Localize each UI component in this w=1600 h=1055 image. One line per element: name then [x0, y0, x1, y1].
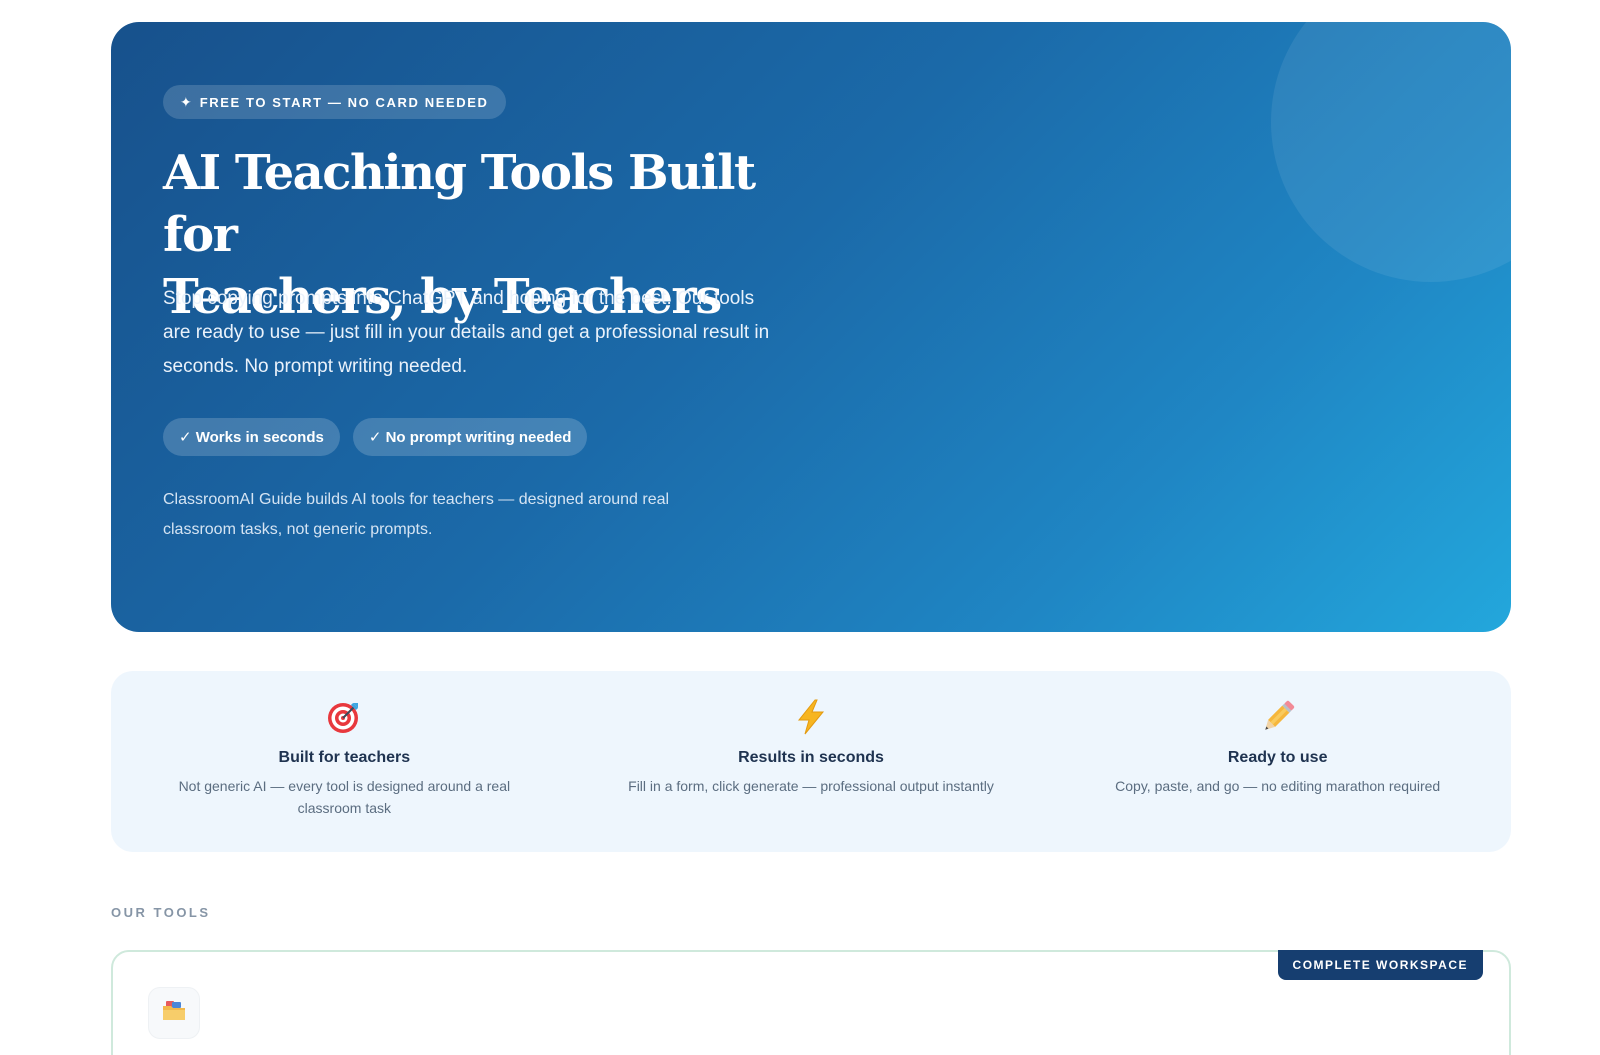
section-label-our-tools: OUR TOOLS — [111, 905, 211, 920]
features-strip: Built for teachers Not generic AI — ever… — [111, 671, 1511, 852]
feature-title: Ready to use — [1227, 749, 1328, 766]
pill-no-prompt-writing: ✓ No prompt writing needed — [352, 418, 588, 456]
feature-description: Not generic AI — every tool is designed … — [178, 778, 511, 816]
feature-results-in-seconds: Results in seconds Fill in a form, click… — [578, 671, 1045, 852]
feature-description: Fill in a form, click generate — profess… — [628, 778, 994, 794]
hero-banner: ✦ FREE TO START — NO CARD NEEDED AI Teac… — [111, 22, 1511, 632]
feature-title: Results in seconds — [738, 749, 884, 766]
hero-note: ClassroomAI Guide builds AI tools for te… — [163, 491, 670, 538]
free-badge: ✦ FREE TO START — NO CARD NEEDED — [163, 85, 506, 119]
folder-icon — [161, 999, 187, 1028]
feature-ready-to-use: Ready to use Copy, paste, and go — no ed… — [1044, 671, 1511, 852]
hero-title-line-1: AI Teaching Tools Built for — [163, 145, 756, 263]
pill-works-in-seconds: ✓ Works in seconds — [163, 418, 340, 456]
sparkle-icon: ✦ — [180, 93, 192, 110]
tool-card-complete-workspace[interactable]: COMPLETE WORKSPACE — [111, 950, 1511, 1055]
lightning-icon — [791, 697, 831, 737]
tool-icon-box — [148, 987, 200, 1039]
feature-title: Built for teachers — [278, 749, 411, 766]
feature-description: Copy, paste, and go — no editing maratho… — [1115, 778, 1441, 794]
decorative-circle — [1271, 22, 1511, 282]
feature-built-for-teachers: Built for teachers Not generic AI — ever… — [111, 671, 578, 852]
complete-workspace-tag: COMPLETE WORKSPACE — [1277, 950, 1483, 980]
hero-description: Stop copying prompts into ChatGPT and ho… — [163, 288, 770, 377]
benefit-pills: ✓ Works in seconds ✓ No prompt writing n… — [163, 418, 588, 456]
pencil-icon — [1258, 697, 1298, 737]
target-icon — [324, 697, 364, 737]
badge-text: FREE TO START — NO CARD NEEDED — [199, 94, 489, 110]
